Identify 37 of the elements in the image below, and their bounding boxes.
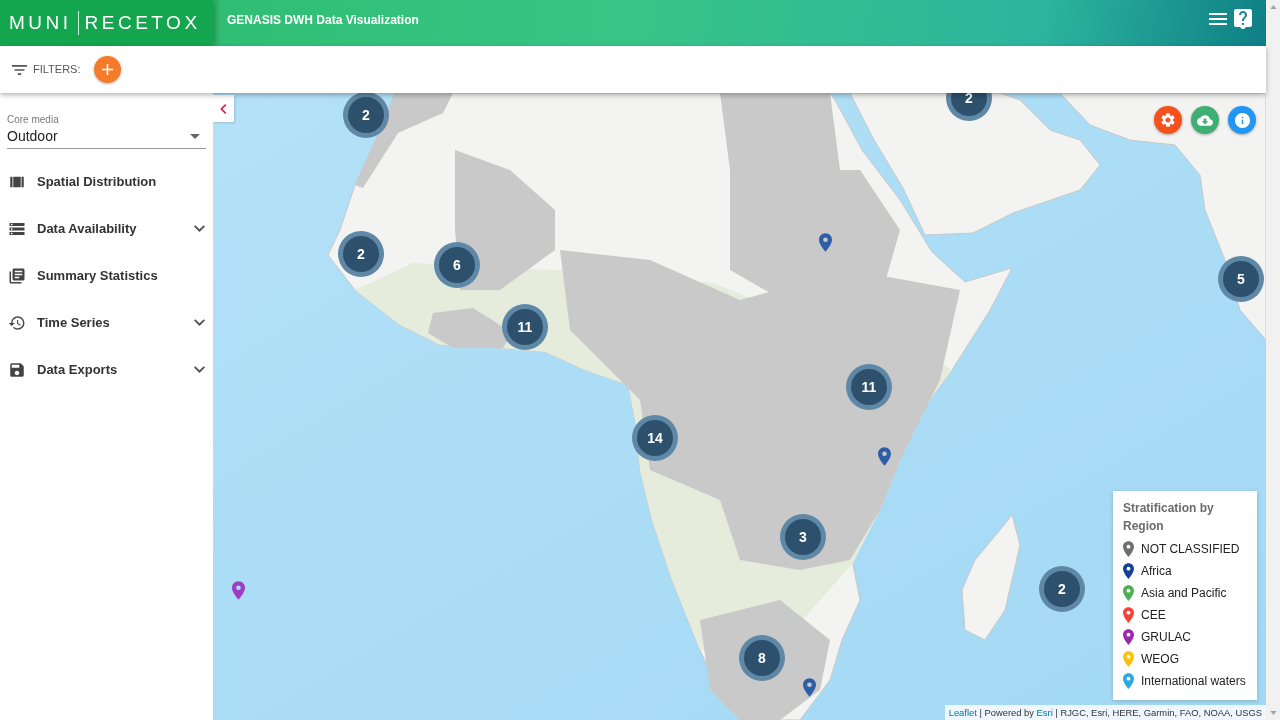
core-media-label: Core media [7, 114, 60, 126]
core-media-select[interactable]: Outdoor [7, 126, 206, 149]
cloud-download-icon [1197, 114, 1213, 126]
dropdown-caret-icon [190, 133, 200, 139]
sidebar-item[interactable]: Spatial Distribution [0, 158, 213, 205]
settings-icon [1161, 113, 1175, 127]
scroll-up-arrow-icon[interactable] [1269, 5, 1277, 9]
plus-icon [102, 64, 114, 75]
legend-label: International waters [1141, 673, 1246, 689]
sidebar-item[interactable]: Data Exports [0, 346, 213, 393]
legend-title: Stratification by Region [1123, 500, 1215, 535]
add-filter-button[interactable] [94, 56, 122, 83]
legend-label: NOT CLASSIFIED [1141, 541, 1240, 557]
app-title: GENASIS DWH Data Visualization [227, 13, 419, 27]
legend-label: WEOG [1141, 651, 1179, 667]
legend-label: Africa [1141, 563, 1172, 579]
chevron-left-icon [220, 103, 227, 114]
info-icon [1234, 112, 1250, 128]
menu-icon[interactable] [1209, 13, 1227, 25]
attribution-text: Leaflet | Powered by Esri | RJGC, Esri, HERE, Garmin, FAO, NOAA, USGS [944, 705, 1266, 720]
scroll-down-arrow-icon[interactable] [1269, 711, 1277, 715]
scrollbar[interactable] [1266, 0, 1280, 720]
legend-label: Asia and Pacific [1141, 585, 1227, 601]
sidebar-item[interactable]: Data Availability [0, 205, 213, 252]
attribution-link[interactable]: Leaflet [948, 707, 977, 718]
collapse-sidebar-button[interactable] [213, 95, 234, 122]
filter-icon [12, 64, 27, 75]
stacked-documents-icon [8, 266, 26, 285]
legend-label: GRULAC [1141, 629, 1191, 645]
sidebar-item[interactable]: Time Series [0, 299, 213, 346]
attribution-link[interactable]: Esri [1036, 707, 1053, 718]
filters-label: FILTERS: [33, 62, 81, 78]
help-icon[interactable] [1234, 9, 1252, 29]
legend-label: CEE [1141, 607, 1166, 623]
sidebar-item[interactable]: Summary Statistics [0, 252, 213, 299]
logo-text: MUNI RECETOX [9, 11, 201, 35]
history-icon [8, 313, 26, 332]
